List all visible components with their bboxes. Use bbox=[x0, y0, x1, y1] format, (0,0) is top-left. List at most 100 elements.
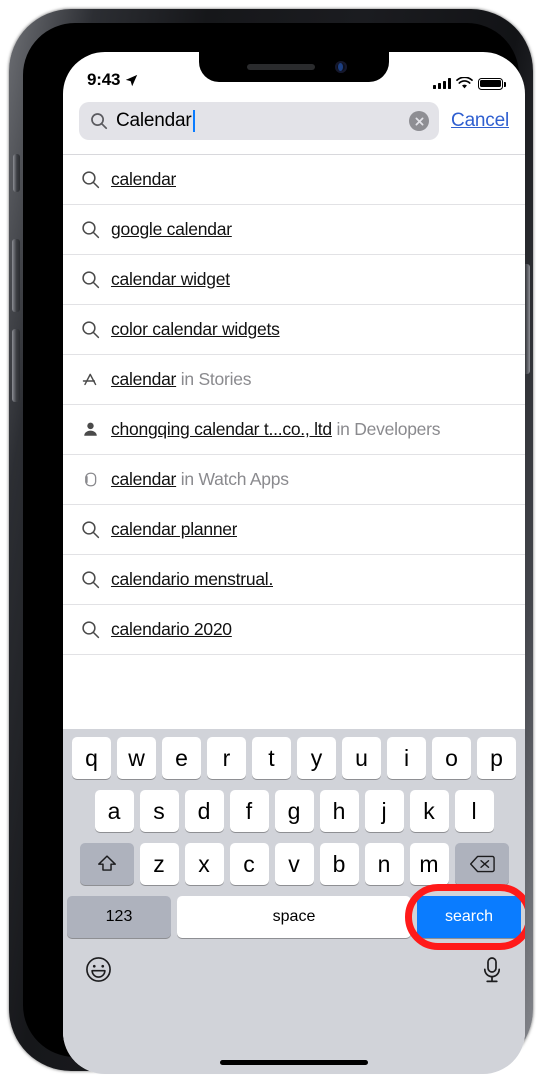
clock-label: 9:43 bbox=[87, 70, 121, 89]
volume-up-button[interactable] bbox=[12, 239, 20, 312]
key-h[interactable]: h bbox=[319, 790, 359, 832]
status-bar: 9:43 bbox=[63, 52, 525, 96]
volume-down-button[interactable] bbox=[12, 329, 20, 402]
shift-key[interactable] bbox=[79, 843, 134, 885]
key-w[interactable]: w bbox=[117, 737, 156, 779]
list-item[interactable]: calendario 2020 bbox=[63, 605, 525, 655]
key-y[interactable]: y bbox=[297, 737, 336, 779]
suggestion-query: calendario 2020 bbox=[111, 619, 232, 639]
list-item[interactable]: color calendar widgets bbox=[63, 305, 525, 355]
key-d[interactable]: d bbox=[184, 790, 224, 832]
key-z[interactable]: z bbox=[139, 843, 179, 885]
status-bar-left: 9:43 bbox=[87, 70, 138, 90]
suggestion-query: calendar widget bbox=[111, 269, 230, 289]
search-input-value: Calendar bbox=[116, 110, 192, 131]
emoji-key[interactable] bbox=[85, 956, 112, 988]
search-icon bbox=[81, 220, 111, 239]
clear-search-button[interactable] bbox=[409, 111, 430, 131]
search-input-value-row: Calendar bbox=[116, 110, 401, 132]
apple-watch-icon bbox=[81, 470, 111, 489]
list-item[interactable]: calendar in Stories bbox=[63, 355, 525, 405]
list-item-label: calendar bbox=[111, 169, 176, 190]
key-k[interactable]: k bbox=[409, 790, 449, 832]
list-item[interactable]: chongqing calendar t...co., ltd in Devel… bbox=[63, 405, 525, 455]
dictation-key[interactable] bbox=[481, 956, 503, 989]
battery-icon bbox=[478, 77, 506, 90]
list-item[interactable]: calendar widget bbox=[63, 255, 525, 305]
list-item[interactable]: calendar bbox=[63, 155, 525, 205]
cancel-button[interactable]: Cancel bbox=[451, 110, 509, 132]
developer-person-icon bbox=[81, 420, 111, 439]
key-v[interactable]: v bbox=[274, 843, 314, 885]
search-icon bbox=[81, 170, 111, 189]
list-item-label: calendar in Stories bbox=[111, 369, 251, 390]
key-r[interactable]: r bbox=[207, 737, 246, 779]
suggestion-query: calendar bbox=[111, 169, 177, 189]
list-item-label: color calendar widgets bbox=[111, 319, 280, 340]
clear-circle-x-icon bbox=[415, 117, 424, 125]
search-icon bbox=[91, 113, 108, 130]
microphone-icon bbox=[483, 956, 501, 982]
keyboard-row-1: q w e r t y u i o p bbox=[63, 737, 525, 779]
phone-bezel: 9:43 Calendar Cancel calendar google cal… bbox=[23, 23, 525, 1074]
key-u[interactable]: u bbox=[342, 737, 381, 779]
phone-frame: 9:43 Calendar Cancel calendar google cal… bbox=[9, 9, 533, 1074]
suggestion-query: calendario menstrual. bbox=[111, 569, 274, 589]
search-icon bbox=[81, 320, 111, 339]
silent-switch-button[interactable] bbox=[13, 154, 20, 192]
search-icon bbox=[81, 620, 111, 639]
key-n[interactable]: n bbox=[364, 843, 404, 885]
list-item-label: calendar widget bbox=[111, 269, 230, 290]
key-g[interactable]: g bbox=[274, 790, 314, 832]
list-item-label: google calendar bbox=[111, 219, 232, 240]
suggestion-context: in Stories bbox=[176, 369, 252, 389]
key-q[interactable]: q bbox=[72, 737, 111, 779]
suggestion-query: calendar bbox=[111, 469, 177, 489]
search-bar: Calendar Cancel bbox=[63, 96, 525, 154]
wifi-icon bbox=[456, 77, 473, 89]
key-p[interactable]: p bbox=[477, 737, 516, 779]
numbers-key[interactable]: 123 bbox=[67, 896, 171, 938]
space-key[interactable]: space bbox=[177, 896, 411, 938]
search-key[interactable]: search bbox=[417, 896, 521, 938]
keyboard-row-4: 123 space search bbox=[63, 884, 525, 950]
key-l[interactable]: l bbox=[454, 790, 494, 832]
suggestion-query: calendar bbox=[111, 369, 177, 389]
key-c[interactable]: c bbox=[229, 843, 269, 885]
search-suggestions-list: calendar google calendar calendar widget bbox=[63, 154, 525, 655]
phone-screen: 9:43 Calendar Cancel calendar google cal… bbox=[63, 52, 525, 1074]
search-icon bbox=[81, 520, 111, 539]
suggestion-query: chongqing calendar t...co., ltd bbox=[111, 419, 332, 439]
shift-arrow-icon bbox=[97, 855, 116, 871]
key-i[interactable]: i bbox=[387, 737, 426, 779]
key-s[interactable]: s bbox=[139, 790, 179, 832]
search-icon bbox=[81, 570, 111, 589]
text-caret bbox=[192, 110, 195, 132]
search-key-container: search bbox=[405, 884, 525, 950]
list-item[interactable]: calendar planner bbox=[63, 505, 525, 555]
key-m[interactable]: m bbox=[409, 843, 449, 885]
home-indicator[interactable] bbox=[220, 1060, 368, 1065]
suggestion-query: google calendar bbox=[111, 219, 232, 239]
key-j[interactable]: j bbox=[364, 790, 404, 832]
key-f[interactable]: f bbox=[229, 790, 269, 832]
list-item[interactable]: calendario menstrual. bbox=[63, 555, 525, 605]
key-o[interactable]: o bbox=[432, 737, 471, 779]
location-arrow-icon bbox=[126, 74, 138, 86]
key-a[interactable]: a bbox=[94, 790, 134, 832]
search-icon bbox=[81, 270, 111, 289]
list-item[interactable]: calendar in Watch Apps bbox=[63, 455, 525, 505]
status-bar-right bbox=[433, 77, 506, 90]
key-t[interactable]: t bbox=[252, 737, 291, 779]
key-x[interactable]: x bbox=[184, 843, 224, 885]
list-item[interactable]: google calendar bbox=[63, 205, 525, 255]
key-e[interactable]: e bbox=[162, 737, 201, 779]
keyboard-row-3: z x c v b n m bbox=[63, 843, 525, 885]
delete-key[interactable] bbox=[454, 843, 509, 885]
key-b[interactable]: b bbox=[319, 843, 359, 885]
search-input[interactable]: Calendar bbox=[79, 102, 440, 140]
on-screen-keyboard: q w e r t y u i o p a s d f g h j k l z … bbox=[63, 729, 525, 1074]
list-item-label: calendario menstrual. bbox=[111, 569, 273, 590]
suggestion-query: color calendar widgets bbox=[111, 319, 280, 339]
keyboard-bottom-bar bbox=[63, 946, 525, 994]
